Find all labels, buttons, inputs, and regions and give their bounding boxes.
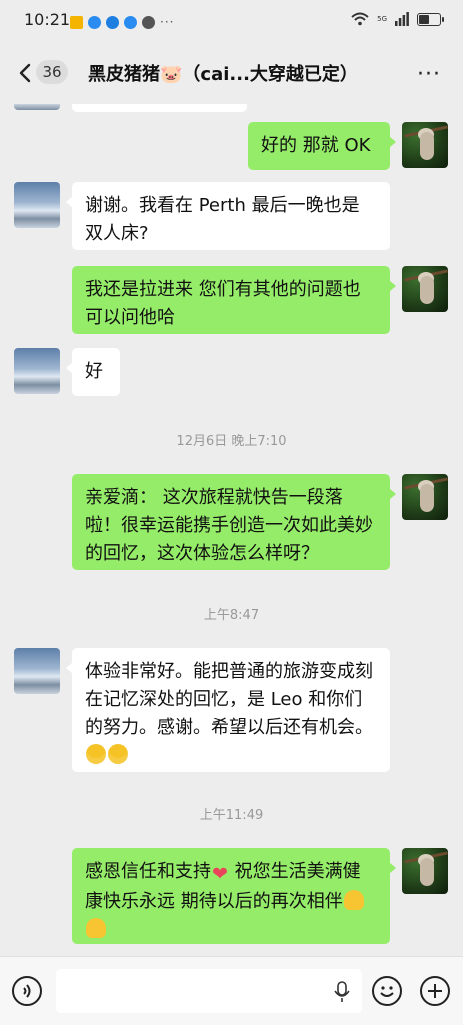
battery-icon	[417, 12, 444, 26]
chat-header: 36 黑皮猪猪🐷（cai...大穿越已定） ···	[0, 44, 463, 104]
chat-title: 黑皮猪猪🐷（cai...大穿越已定）	[88, 64, 358, 85]
message-bubble-incoming[interactable]: 谢谢。我看在 Perth 最后一晚也是双人床?	[66, 182, 390, 250]
avatar-self[interactable]	[402, 122, 448, 168]
message-bubble-outgoing[interactable]: 我还是拉进来 您们有其他的问题也可以问他哈	[72, 266, 396, 334]
avatar-self[interactable]	[402, 474, 448, 520]
status-time: 10:21	[24, 10, 71, 29]
app-notification-icon	[106, 15, 119, 29]
network-badge: 5G	[377, 15, 387, 23]
unread-count-badge[interactable]: 36	[36, 60, 68, 84]
message-list[interactable]: 好的 那就 OK 谢谢。我看在 Perth 最后一晚也是双人床? 我还是拉进来 …	[0, 104, 463, 956]
input-bar	[0, 956, 463, 1025]
plus-icon[interactable]	[420, 976, 450, 1006]
message-bubble-incoming[interactable]: 好	[66, 348, 120, 396]
timestamp: 12月6日 晚上7:10	[176, 434, 287, 449]
wifi-icon	[351, 12, 369, 26]
message-input[interactable]	[56, 969, 362, 1013]
avatar-contact[interactable]	[14, 348, 60, 394]
avatar[interactable]	[14, 104, 60, 110]
timestamp: 上午11:49	[199, 808, 264, 823]
notification-icons: ···	[70, 14, 174, 30]
message-bubble-outgoing[interactable]: 亲爱滴： 这次旅程就快告一段落啦！很幸运能携手创造一次如此美妙的回忆，这次体验怎…	[72, 474, 396, 570]
app-notification-icon	[88, 15, 101, 29]
signal-icon	[395, 12, 409, 26]
message-bubble-incoming[interactable]: 体验非常好。能把普通的旅游变成刻在记忆深处的回忆，是 Leo 和你们的努力。感谢…	[66, 648, 390, 772]
status-bar: 10:21 ··· 5G	[0, 0, 463, 44]
avatar-self[interactable]	[402, 848, 448, 894]
avatar-contact[interactable]	[14, 182, 60, 228]
message-bubble-partial	[72, 104, 247, 112]
more-notifications-icon: ···	[160, 15, 175, 29]
message-notification-icon	[142, 15, 155, 29]
grin-emoji-icon	[108, 744, 128, 764]
mail-notification-icon	[70, 15, 83, 29]
avatar-self[interactable]	[402, 266, 448, 312]
app-notification-icon	[124, 15, 137, 29]
more-dots-icon[interactable]: ···	[417, 62, 441, 87]
timestamp: 上午8:47	[203, 608, 260, 623]
avatar-contact[interactable]	[14, 648, 60, 694]
mic-icon[interactable]	[334, 981, 350, 1003]
message-bubble-outgoing[interactable]: 好的 那就 OK	[248, 122, 396, 170]
status-right: 5G	[351, 12, 444, 26]
emoji-icon[interactable]	[372, 976, 402, 1006]
grin-emoji-icon	[86, 744, 106, 764]
message-bubble-outgoing[interactable]: 感恩信任和支持❤ 祝您生活美满健康快乐永远 期待以后的再次相伴	[72, 848, 396, 944]
heart-emoji-icon: ❤	[212, 863, 228, 885]
celebrate-emoji-icon	[343, 890, 364, 910]
celebrate-emoji-icon	[86, 918, 106, 938]
chevron-left-icon[interactable]	[14, 62, 36, 84]
voice-icon[interactable]	[12, 976, 42, 1006]
